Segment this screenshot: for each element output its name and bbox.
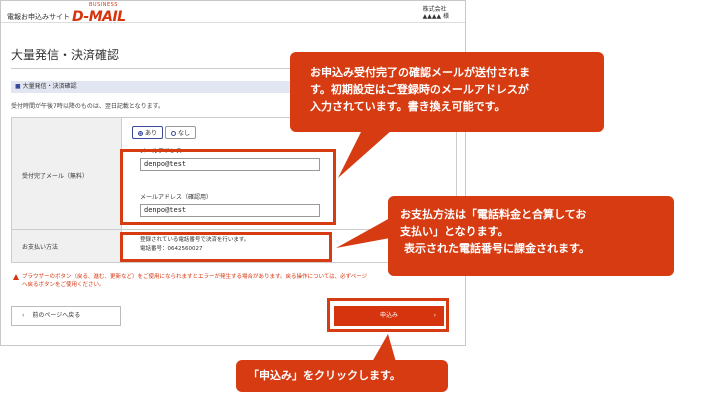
- callout-pay-line3: 表示された電話番号に課金されます。: [404, 242, 590, 255]
- callout-email: お申込み受付完了の確認メールが送付されま す。初期設定はご登録時のメールアドレス…: [290, 52, 604, 132]
- callout-pay-line1: お支払方法は「電話料金と合算してお: [400, 208, 587, 221]
- tail-pay-callout: [336, 218, 390, 248]
- callout-email-line1: お申込み受付完了の確認メールが送付されま: [310, 66, 530, 79]
- tail-email-callout: [338, 130, 392, 178]
- callout-email-line2: す。初期設定はご登録時のメールアドレスが: [310, 83, 529, 96]
- callout-email-line3: 入力されています。書き換え可能です。: [310, 100, 506, 113]
- callout-payment: お支払方法は「電話料金と合算してお 支払い」となります。 表示された電話番号に課…: [388, 196, 674, 276]
- tail-submit-callout: [372, 334, 396, 362]
- callout-submit: 「申込み」をクリックします。: [236, 360, 448, 392]
- callout-submit-text: 「申込み」をクリックします。: [248, 369, 401, 382]
- callout-pay-line2: 支払い」となります。: [400, 225, 509, 238]
